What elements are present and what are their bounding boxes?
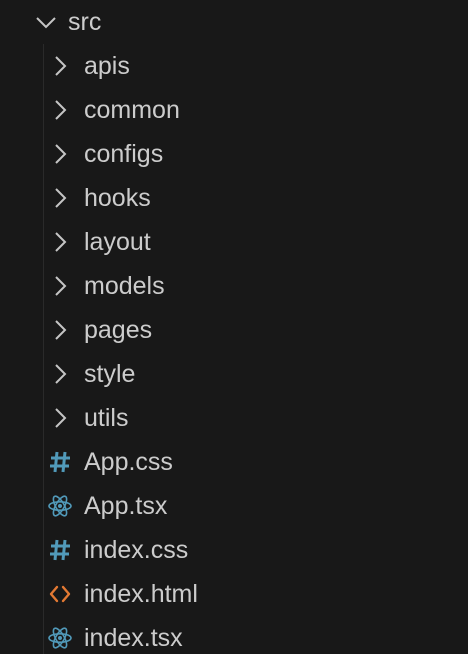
file-index-tsx[interactable]: index.tsx: [0, 616, 468, 654]
folder-layout[interactable]: layout: [0, 220, 468, 264]
file-label: App.css: [84, 448, 173, 476]
folder-label: layout: [84, 228, 151, 256]
react-icon: [48, 626, 72, 650]
file-index-css[interactable]: index.css: [0, 528, 468, 572]
folder-label: utils: [84, 404, 129, 432]
folder-label: apis: [84, 52, 130, 80]
chevron-right-icon: [48, 274, 72, 298]
folder-apis[interactable]: apis: [0, 44, 468, 88]
css-hash-icon: [48, 538, 72, 562]
chevron-right-icon: [48, 186, 72, 210]
chevron-down-icon: [34, 10, 58, 34]
folder-common[interactable]: common: [0, 88, 468, 132]
folder-pages[interactable]: pages: [0, 308, 468, 352]
folder-label: src: [68, 8, 102, 36]
folder-hooks[interactable]: hooks: [0, 176, 468, 220]
file-index-html[interactable]: index.html: [0, 572, 468, 616]
react-icon: [48, 494, 72, 518]
folder-label: style: [84, 360, 136, 388]
file-label: index.css: [84, 536, 189, 564]
chevron-right-icon: [48, 230, 72, 254]
folder-label: configs: [84, 140, 164, 168]
file-app-tsx[interactable]: App.tsx: [0, 484, 468, 528]
chevron-right-icon: [48, 54, 72, 78]
chevron-right-icon: [48, 318, 72, 342]
file-label: index.tsx: [84, 624, 183, 652]
chevron-right-icon: [48, 142, 72, 166]
folder-models[interactable]: models: [0, 264, 468, 308]
folder-src[interactable]: src: [0, 0, 468, 44]
folder-configs[interactable]: configs: [0, 132, 468, 176]
folder-label: common: [84, 96, 180, 124]
file-explorer: src apis common configs hooks layout mod…: [0, 0, 468, 654]
folder-label: hooks: [84, 184, 151, 212]
folder-style[interactable]: style: [0, 352, 468, 396]
file-app-css[interactable]: App.css: [0, 440, 468, 484]
chevron-right-icon: [48, 406, 72, 430]
folder-utils[interactable]: utils: [0, 396, 468, 440]
html-code-icon: [48, 582, 72, 606]
file-label: App.tsx: [84, 492, 168, 520]
file-label: index.html: [84, 580, 198, 608]
chevron-right-icon: [48, 98, 72, 122]
css-hash-icon: [48, 450, 72, 474]
folder-label: pages: [84, 316, 153, 344]
folder-label: models: [84, 272, 165, 300]
chevron-right-icon: [48, 362, 72, 386]
